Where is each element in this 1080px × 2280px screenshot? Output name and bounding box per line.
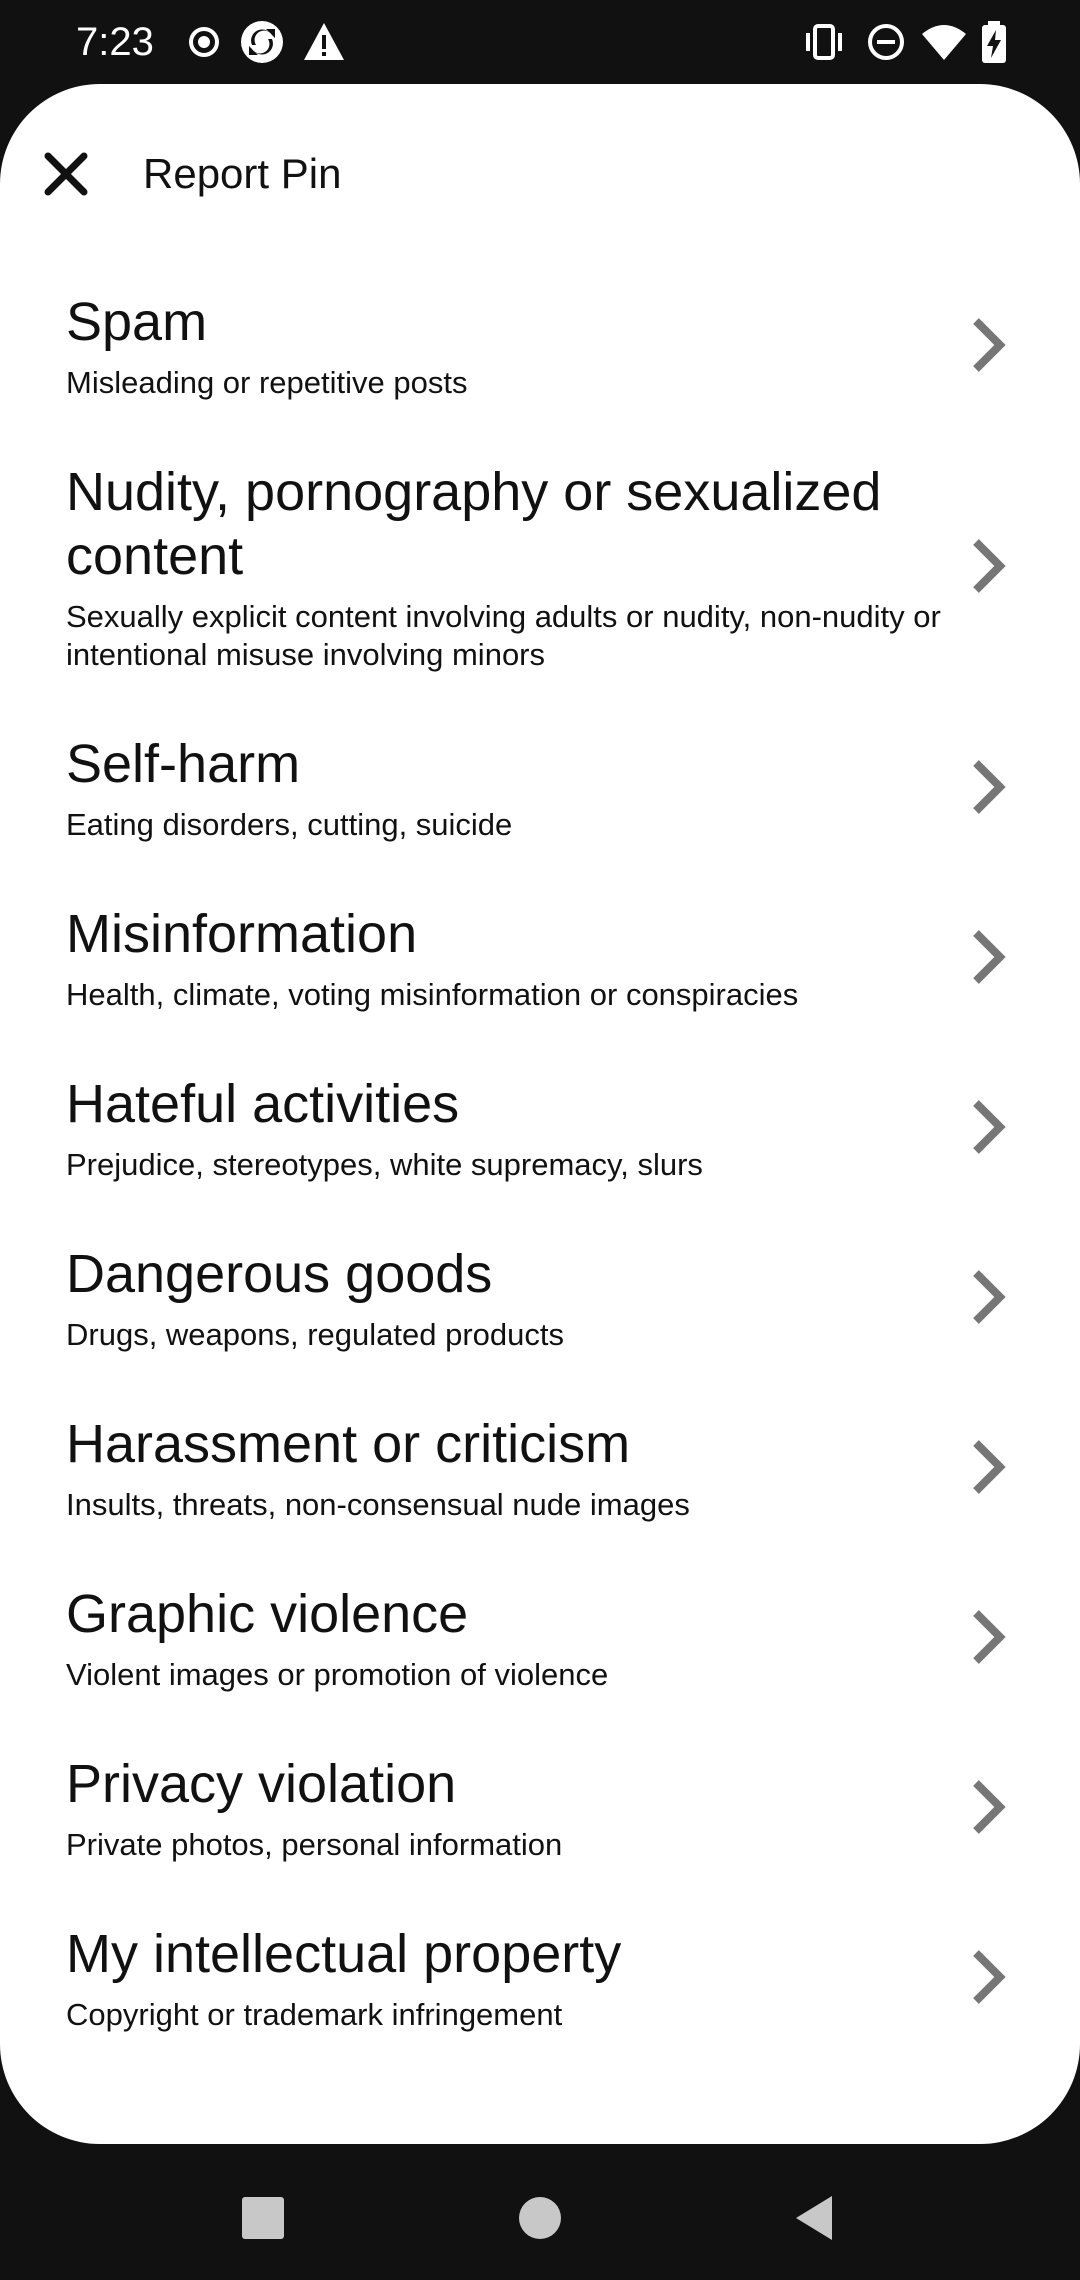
recents-square-icon[interactable] bbox=[233, 2188, 293, 2248]
reason-description: Health, climate, voting misinformation o… bbox=[66, 977, 799, 1012]
reason-title: Self-harm bbox=[66, 734, 301, 794]
reason-description: Violent images or promotion of violence bbox=[66, 1657, 609, 1692]
reason-nudity[interactable]: Nudity, pornography or sexualized conten… bbox=[0, 430, 1080, 702]
reason-harassment[interactable]: Harassment or criticism Insults, threats… bbox=[0, 1382, 1080, 1552]
reason-title: Misinformation bbox=[66, 904, 418, 964]
reason-description: Misleading or repetitive posts bbox=[66, 365, 468, 400]
status-time: 7:23 bbox=[76, 20, 154, 64]
reason-description: Prejudice, stereotypes, white supremacy,… bbox=[66, 1147, 703, 1182]
chevron-right-icon bbox=[973, 760, 1006, 814]
reason-title: Harassment or criticism bbox=[66, 1414, 631, 1474]
chevron-right-icon bbox=[973, 1610, 1006, 1664]
report-pin-sheet: Report Pin Spam Misleading or repetitive… bbox=[0, 84, 1080, 2144]
reason-title: Spam bbox=[66, 292, 208, 352]
reason-title: Privacy violation bbox=[66, 1754, 457, 1814]
report-reason-list: Spam Misleading or repetitive posts Nudi… bbox=[0, 260, 1080, 2062]
chevron-right-icon bbox=[973, 318, 1006, 372]
status-bar: 7:23 bbox=[0, 0, 1080, 84]
reason-title: Dangerous goods bbox=[66, 1244, 493, 1304]
reason-description: Copyright or trademark infringement bbox=[66, 1997, 563, 2032]
reason-self-harm[interactable]: Self-harm Eating disorders, cutting, sui… bbox=[0, 702, 1080, 872]
reason-privacy-violation[interactable]: Privacy violation Private photos, person… bbox=[0, 1722, 1080, 1892]
reason-intellectual-property[interactable]: My intellectual property Copyright or tr… bbox=[0, 1892, 1080, 2062]
reason-description: Insults, threats, non-consensual nude im… bbox=[66, 1487, 690, 1522]
reason-title: Nudity, pornography or sexualized conten… bbox=[66, 462, 882, 586]
reason-description: Eating disorders, cutting, suicide bbox=[66, 807, 513, 842]
reason-description: Sexually explicit content involving adul… bbox=[66, 599, 941, 672]
close-icon[interactable] bbox=[30, 138, 102, 210]
warning-icon bbox=[304, 23, 344, 60]
chevron-right-icon bbox=[973, 1270, 1006, 1324]
chevron-right-icon bbox=[973, 1950, 1006, 2004]
chevron-right-icon bbox=[973, 539, 1006, 593]
record-icon bbox=[189, 27, 219, 57]
wifi-icon bbox=[922, 25, 966, 60]
reason-title: My intellectual property bbox=[66, 1924, 622, 1984]
reason-graphic-violence[interactable]: Graphic violence Violent images or promo… bbox=[0, 1552, 1080, 1722]
page-title: Report Pin bbox=[143, 150, 342, 197]
reason-misinformation[interactable]: Misinformation Health, climate, voting m… bbox=[0, 872, 1080, 1042]
navigation-bar bbox=[0, 2144, 1080, 2280]
chevron-right-icon bbox=[973, 1100, 1006, 1154]
reason-title: Graphic violence bbox=[66, 1584, 469, 1644]
sheet-header: Report Pin bbox=[0, 84, 1080, 260]
chevron-right-icon bbox=[973, 1440, 1006, 1494]
reason-title: Hateful activities bbox=[66, 1074, 460, 1134]
home-circle-icon[interactable] bbox=[510, 2188, 570, 2248]
reason-dangerous-goods[interactable]: Dangerous goods Drugs, weapons, regulate… bbox=[0, 1212, 1080, 1382]
reason-description: Private photos, personal information bbox=[66, 1827, 563, 1862]
reason-spam[interactable]: Spam Misleading or repetitive posts bbox=[0, 260, 1080, 430]
chevron-right-icon bbox=[973, 1780, 1006, 1834]
reason-description: Drugs, weapons, regulated products bbox=[66, 1317, 565, 1352]
back-triangle-icon[interactable] bbox=[786, 2188, 846, 2248]
sync-icon bbox=[241, 21, 283, 63]
chevron-right-icon bbox=[973, 930, 1006, 984]
vibrate-icon bbox=[806, 24, 842, 60]
reason-hateful-activities[interactable]: Hateful activities Prejudice, stereotype… bbox=[0, 1042, 1080, 1212]
do-not-disturb-icon bbox=[868, 24, 904, 60]
battery-charging-icon bbox=[982, 21, 1006, 63]
